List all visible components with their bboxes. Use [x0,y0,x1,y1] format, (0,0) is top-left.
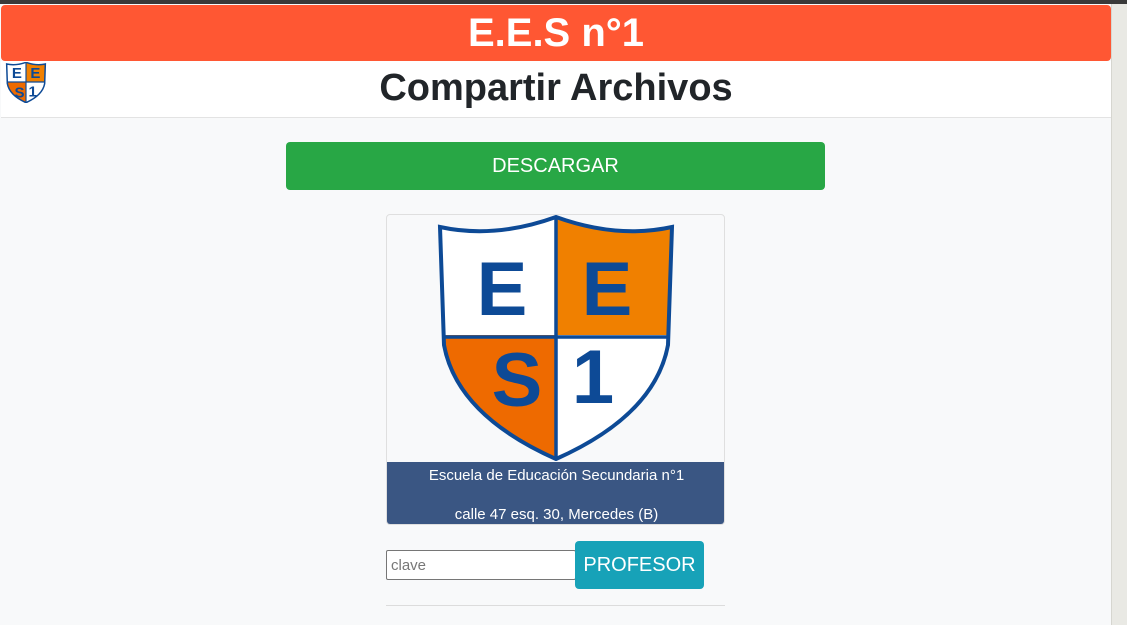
svg-text:E: E [582,247,633,332]
divider [386,605,725,606]
password-input[interactable] [386,550,576,580]
download-button[interactable]: DESCARGAR [286,142,825,190]
page-title: Compartir Archivos [379,67,733,109]
school-card: E E S 1 Escuela de Educación Secundaria … [386,214,725,525]
banner-title: E.E.S n°1 [467,11,645,55]
svg-text:1: 1 [572,335,614,420]
window-top-edge [0,0,1127,4]
site-banner: E.E.S n°1 [1,5,1111,61]
school-info-footer: Escuela de Educación Secundaria n°1 call… [387,462,724,524]
professor-button[interactable]: PROFESOR [575,541,704,589]
page: E.E.S n°1 E E S 1 Compartir Archivos DES… [0,0,1127,625]
scrollbar-track[interactable] [1111,4,1127,625]
page-header: E E S 1 Compartir Archivos [1,61,1111,118]
school-name: Escuela de Educación Secundaria n°1 [428,467,685,484]
svg-text:E: E [477,247,528,332]
svg-text:S: S [492,338,543,423]
school-shield-icon: E E S 1 [437,215,675,461]
school-address: calle 47 esq. 30, Mercedes (B) [454,506,659,523]
